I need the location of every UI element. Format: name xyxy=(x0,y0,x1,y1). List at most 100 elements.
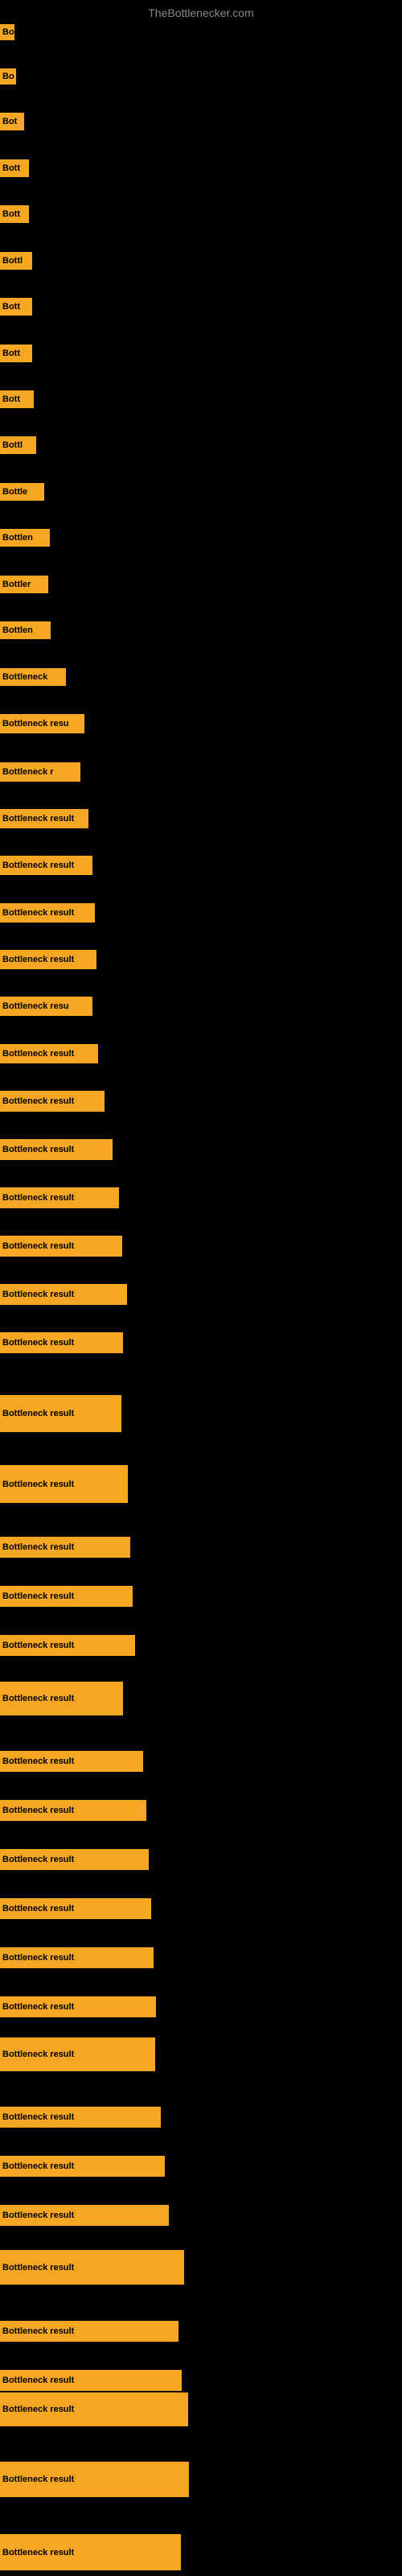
bar-item-22: Bottleneck result xyxy=(0,1044,98,1063)
bar-label-29: Bottleneck result xyxy=(0,1395,121,1432)
bar-label-21: Bottleneck resu xyxy=(0,997,92,1016)
bar-item-5: Bottl xyxy=(0,252,32,270)
bar-item-4: Bott xyxy=(0,205,29,223)
bar-item-10: Bottle xyxy=(0,483,44,501)
bar-item-26: Bottleneck result xyxy=(0,1236,122,1257)
bar-label-36: Bottleneck result xyxy=(0,1800,146,1821)
bar-label-39: Bottleneck result xyxy=(0,1947,154,1968)
bar-item-34: Bottleneck result xyxy=(0,1682,123,1715)
bar-label-3: Bott xyxy=(0,159,29,177)
bar-item-7: Bott xyxy=(0,345,32,362)
bar-label-4: Bott xyxy=(0,205,29,223)
bar-label-13: Bottlen xyxy=(0,621,51,639)
bar-label-2: Bot xyxy=(0,113,24,130)
bar-item-38: Bottleneck result xyxy=(0,1898,151,1919)
bar-label-5: Bottl xyxy=(0,252,32,270)
bar-item-33: Bottleneck result xyxy=(0,1635,135,1656)
bar-item-43: Bottleneck result xyxy=(0,2156,165,2177)
bar-item-1: Bo xyxy=(0,68,16,85)
bar-label-40: Bottleneck result xyxy=(0,1996,156,2017)
bar-label-10: Bottle xyxy=(0,483,44,501)
site-title: TheBottlenecker.com xyxy=(0,0,402,23)
bar-label-6: Bott xyxy=(0,298,32,316)
bar-label-33: Bottleneck result xyxy=(0,1635,135,1656)
bar-label-9: Bottl xyxy=(0,436,36,454)
bar-label-20: Bottleneck result xyxy=(0,950,96,969)
bar-item-47: Bottleneck result xyxy=(0,2370,182,2391)
bar-label-18: Bottleneck result xyxy=(0,856,92,875)
bar-item-20: Bottleneck result xyxy=(0,950,96,969)
bar-label-43: Bottleneck result xyxy=(0,2156,165,2177)
bar-item-6: Bott xyxy=(0,298,32,316)
bar-label-24: Bottleneck result xyxy=(0,1139,113,1160)
bar-item-17: Bottleneck result xyxy=(0,809,88,828)
bar-label-42: Bottleneck result xyxy=(0,2107,161,2128)
bar-label-28: Bottleneck result xyxy=(0,1332,123,1353)
bar-label-8: Bott xyxy=(0,390,34,408)
bar-item-18: Bottleneck result xyxy=(0,856,92,875)
bar-item-35: Bottleneck result xyxy=(0,1751,143,1772)
bar-item-37: Bottleneck result xyxy=(0,1849,149,1870)
bar-item-29: Bottleneck result xyxy=(0,1395,121,1432)
bar-label-30: Bottleneck result xyxy=(0,1465,128,1503)
bar-label-25: Bottleneck result xyxy=(0,1187,119,1208)
bar-item-28: Bottleneck result xyxy=(0,1332,123,1353)
bar-label-7: Bott xyxy=(0,345,32,362)
bar-item-48: Bottleneck result xyxy=(0,2392,188,2426)
bar-label-37: Bottleneck result xyxy=(0,1849,149,1870)
bar-label-35: Bottleneck result xyxy=(0,1751,143,1772)
bar-label-38: Bottleneck result xyxy=(0,1898,151,1919)
bar-label-26: Bottleneck result xyxy=(0,1236,122,1257)
bar-item-42: Bottleneck result xyxy=(0,2107,161,2128)
bar-label-16: Bottleneck r xyxy=(0,762,80,782)
bar-item-23: Bottleneck result xyxy=(0,1091,105,1112)
bar-item-45: Bottleneck result xyxy=(0,2250,184,2285)
bar-item-14: Bottleneck xyxy=(0,668,66,686)
bar-item-19: Bottleneck result xyxy=(0,903,95,923)
bar-label-15: Bottleneck resu xyxy=(0,714,84,733)
bar-label-23: Bottleneck result xyxy=(0,1091,105,1112)
bar-label-44: Bottleneck result xyxy=(0,2205,169,2226)
bar-item-41: Bottleneck result xyxy=(0,2037,155,2071)
bar-item-24: Bottleneck result xyxy=(0,1139,113,1160)
bar-label-34: Bottleneck result xyxy=(0,1682,123,1715)
bar-label-45: Bottleneck result xyxy=(0,2250,184,2285)
bar-item-32: Bottleneck result xyxy=(0,1586,133,1607)
bar-item-44: Bottleneck result xyxy=(0,2205,169,2226)
bar-item-0: Bo xyxy=(0,24,14,40)
bar-item-46: Bottleneck result xyxy=(0,2321,178,2342)
bar-label-47: Bottleneck result xyxy=(0,2370,182,2391)
bar-label-46: Bottleneck result xyxy=(0,2321,178,2342)
bar-item-8: Bott xyxy=(0,390,34,408)
bar-label-41: Bottleneck result xyxy=(0,2037,155,2071)
bar-label-19: Bottleneck result xyxy=(0,903,95,923)
bar-label-12: Bottler xyxy=(0,576,48,593)
bar-item-16: Bottleneck r xyxy=(0,762,80,782)
bar-label-22: Bottleneck result xyxy=(0,1044,98,1063)
bar-item-9: Bottl xyxy=(0,436,36,454)
bar-item-21: Bottleneck resu xyxy=(0,997,92,1016)
bar-item-11: Bottlen xyxy=(0,529,50,547)
bar-item-36: Bottleneck result xyxy=(0,1800,146,1821)
bar-label-0: Bo xyxy=(0,24,14,40)
bar-label-50: Bottleneck result xyxy=(0,2534,181,2570)
bar-item-50: Bottleneck result xyxy=(0,2534,181,2570)
bar-item-25: Bottleneck result xyxy=(0,1187,119,1208)
bar-label-49: Bottleneck result xyxy=(0,2462,189,2497)
bar-label-11: Bottlen xyxy=(0,529,50,547)
bar-item-40: Bottleneck result xyxy=(0,1996,156,2017)
bar-item-15: Bottleneck resu xyxy=(0,714,84,733)
bar-label-1: Bo xyxy=(0,68,16,85)
bar-item-30: Bottleneck result xyxy=(0,1465,128,1503)
bar-item-39: Bottleneck result xyxy=(0,1947,154,1968)
bar-item-3: Bott xyxy=(0,159,29,177)
bar-label-14: Bottleneck xyxy=(0,668,66,686)
bar-item-31: Bottleneck result xyxy=(0,1537,130,1558)
bar-item-12: Bottler xyxy=(0,576,48,593)
bar-label-32: Bottleneck result xyxy=(0,1586,133,1607)
bar-label-27: Bottleneck result xyxy=(0,1284,127,1305)
bar-item-49: Bottleneck result xyxy=(0,2462,189,2497)
bar-item-27: Bottleneck result xyxy=(0,1284,127,1305)
bar-label-48: Bottleneck result xyxy=(0,2392,188,2426)
bar-label-17: Bottleneck result xyxy=(0,809,88,828)
